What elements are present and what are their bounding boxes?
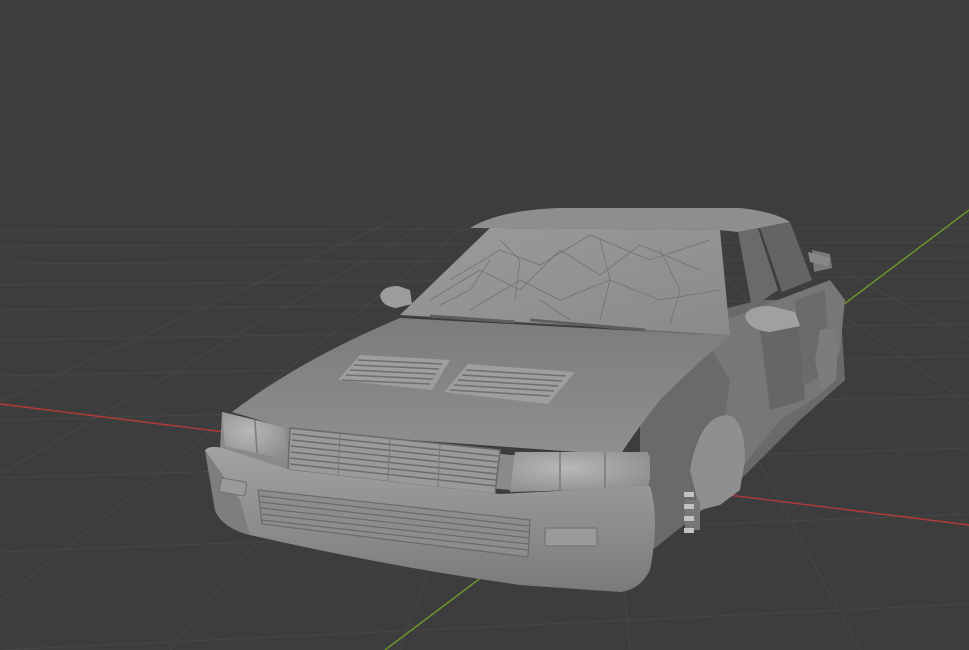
fog-light-right [544,527,598,547]
headlight-right [510,452,650,492]
car-model[interactable] [205,208,845,592]
viewport-canvas[interactable] [0,0,969,650]
mirror-left [380,286,412,308]
3d-viewport[interactable] [0,0,969,650]
